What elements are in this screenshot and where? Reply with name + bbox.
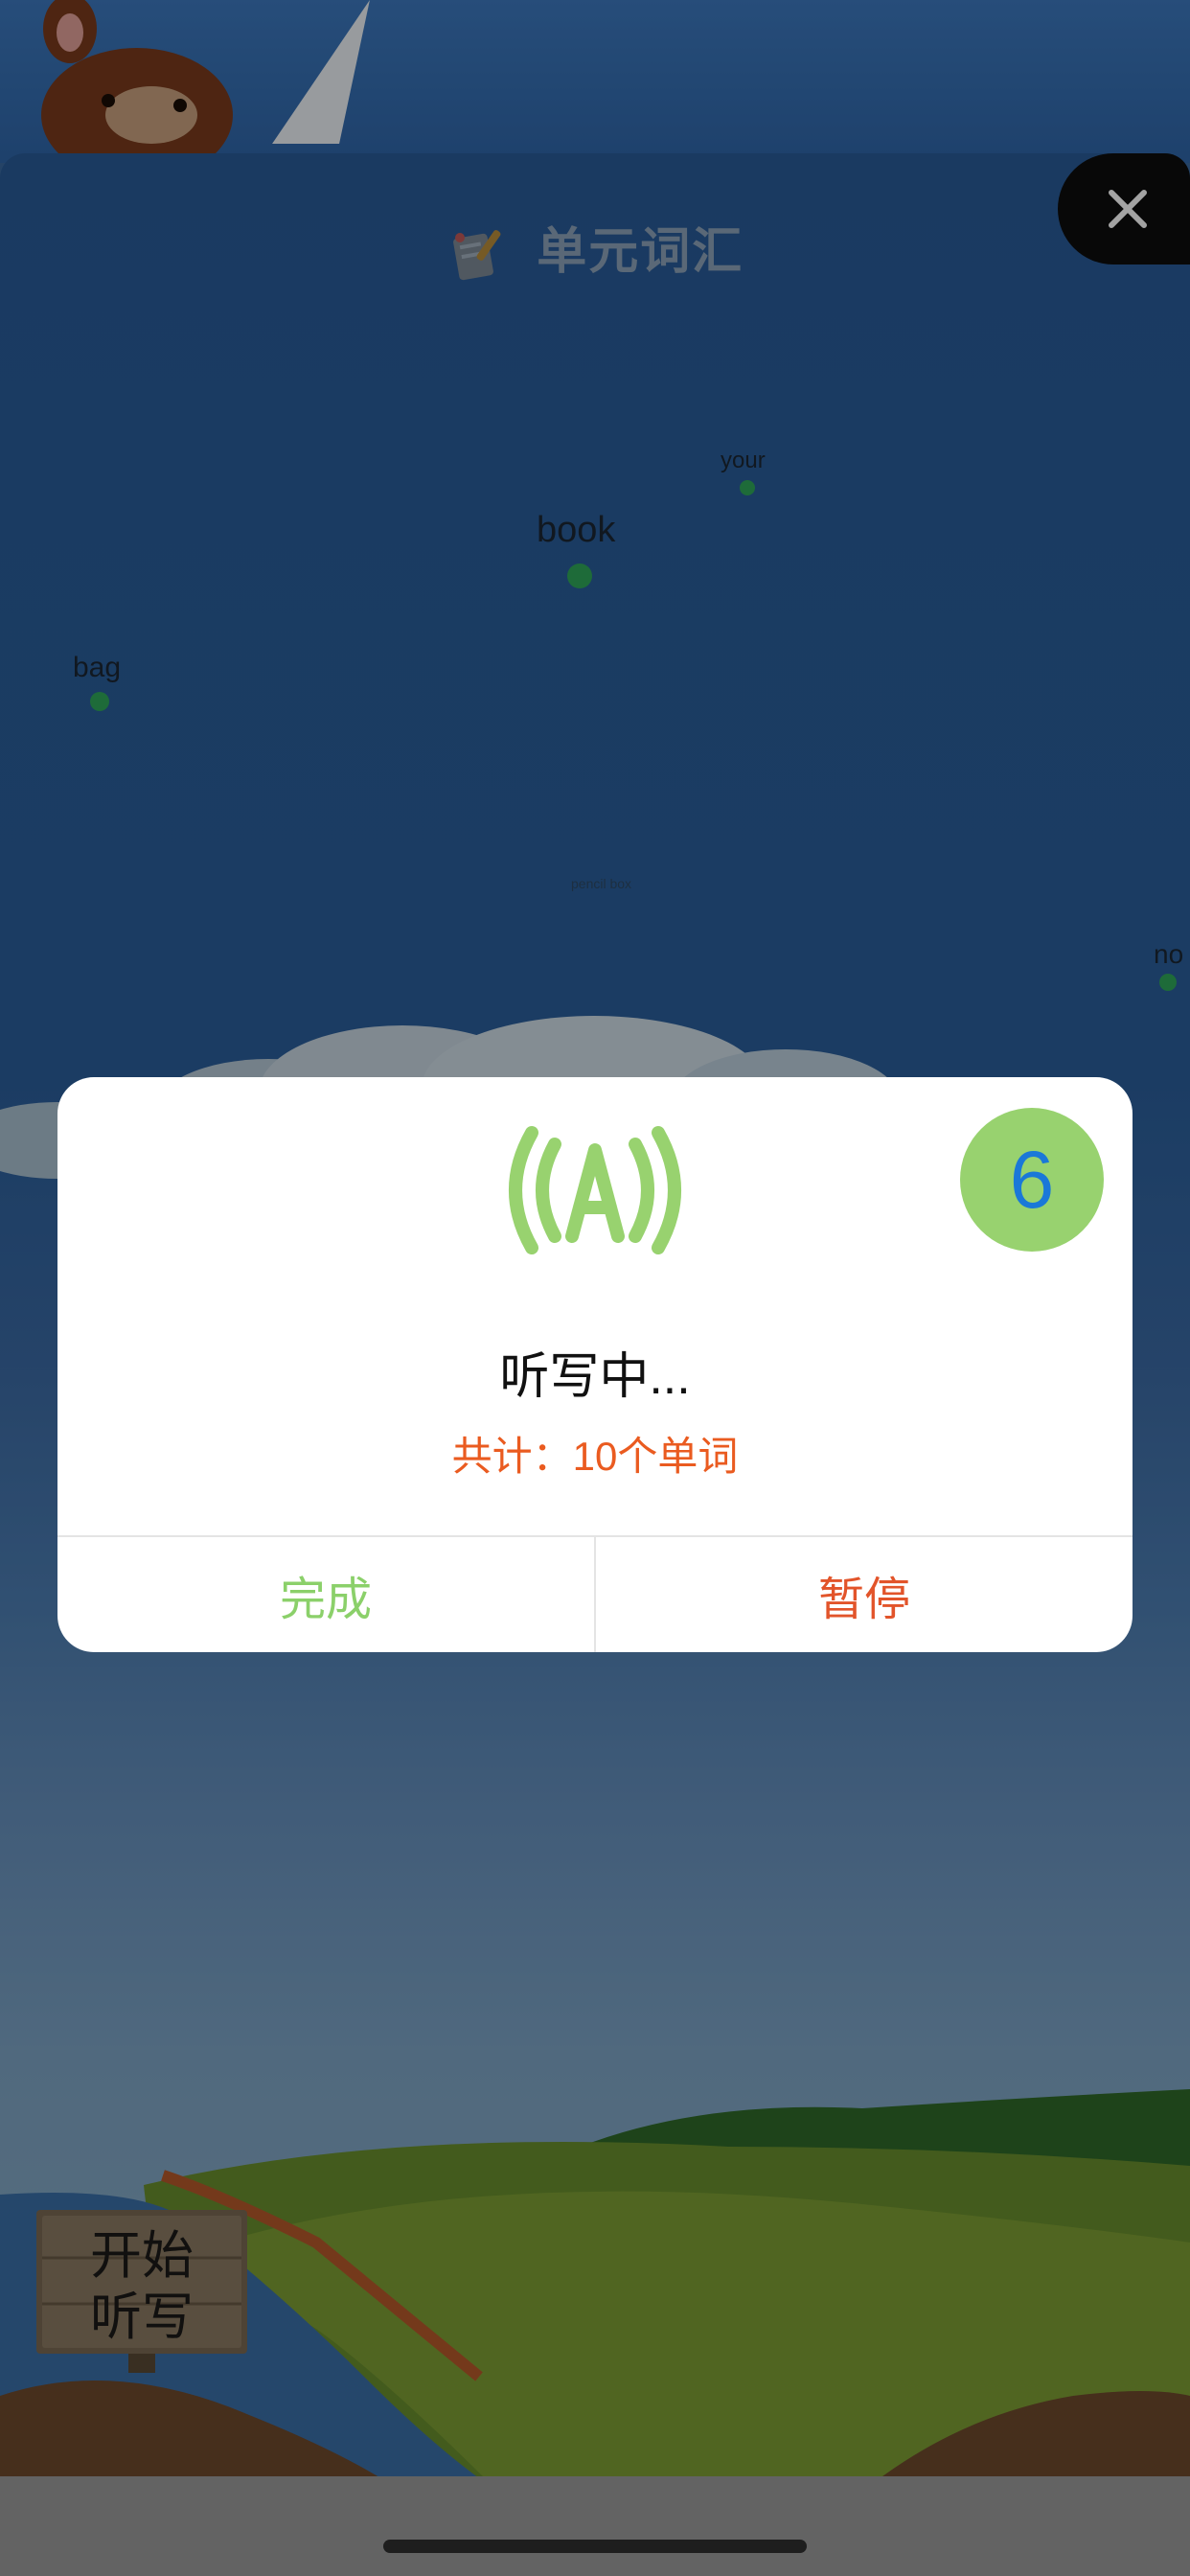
sail-decoration: [272, 0, 370, 144]
dictation-status: 听写中...: [499, 1349, 691, 1405]
word-text: no: [1154, 939, 1184, 969]
landscape-background: [0, 2089, 1190, 2482]
bear-character-icon: [41, 0, 233, 153]
done-button[interactable]: 完成: [57, 1537, 596, 1652]
sign-line-2: 听写: [90, 2288, 194, 2346]
bottom-bar: [0, 2476, 1190, 2576]
close-button[interactable]: [1058, 153, 1190, 264]
word-text: bag: [73, 652, 122, 683]
pause-button[interactable]: 暂停: [596, 1537, 1133, 1652]
dialog-actions: 完成 暂停: [57, 1535, 1133, 1652]
sign-line-1: 开始: [90, 2227, 194, 2285]
total-words-text: 共计：10个单词: [451, 1434, 739, 1479]
word-bubble[interactable]: book: [537, 510, 616, 588]
word-dot: [567, 564, 592, 588]
word-text: pencil box: [571, 876, 632, 891]
start-dictation-sign[interactable]: 开始 听写: [36, 2225, 247, 2348]
word-text: your: [721, 448, 766, 473]
close-icon: [1109, 190, 1147, 228]
home-indicator[interactable]: [383, 2540, 807, 2553]
sheet-title-text: 单元词汇: [537, 224, 744, 280]
top-background: [0, 0, 1190, 163]
word-dot: [740, 480, 755, 495]
word-bubble[interactable]: pencil box: [571, 876, 631, 891]
word-dot: [1159, 974, 1177, 991]
screen: 单元词汇 your book bag pencil box no 开始 听写 6…: [0, 0, 1190, 2576]
word-text: book: [537, 510, 616, 550]
sheet-title: 单元词汇: [0, 211, 1190, 286]
audio-wave-icon: [509, 1126, 681, 1254]
word-bubble[interactable]: no: [1154, 939, 1184, 991]
word-bubble[interactable]: bag: [73, 652, 122, 711]
dictation-dialog: 6 听写中... 共计：10个单词 完成 暂停: [57, 1077, 1133, 1652]
notepad-pen-icon: [452, 230, 501, 281]
word-bubble[interactable]: your: [721, 448, 766, 495]
word-dot: [90, 692, 109, 711]
remaining-count-badge: 6: [960, 1108, 1104, 1252]
